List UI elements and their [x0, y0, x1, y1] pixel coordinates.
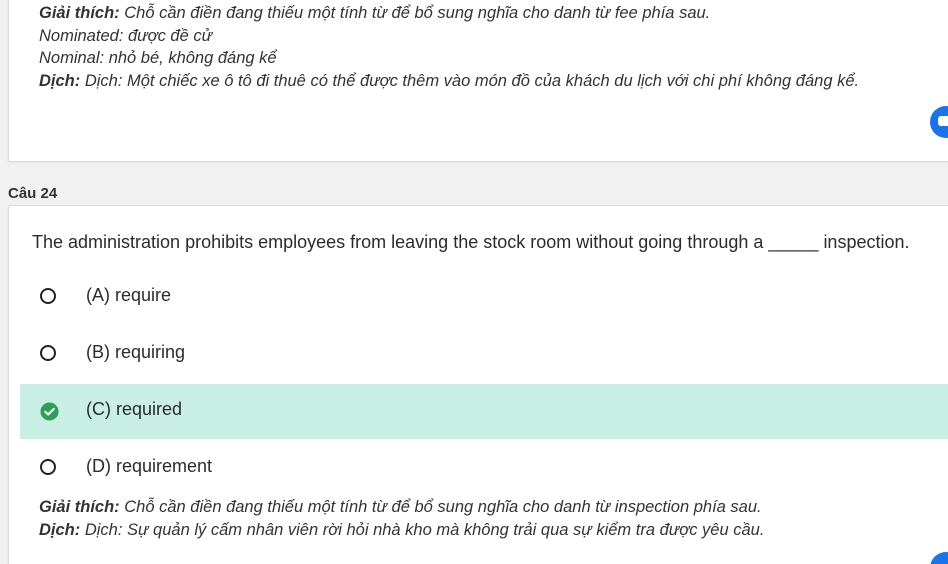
question-text: The administration prohibits employees f… — [32, 232, 910, 252]
radio-empty-icon[interactable] — [40, 288, 56, 304]
option-c[interactable]: (C) required — [20, 384, 948, 439]
previous-note-2: Nominal: nhỏ bé, không đáng kể — [39, 49, 277, 67]
option-label: (C) required — [86, 399, 183, 419]
option-d[interactable]: (D) requirement — [20, 441, 948, 496]
option-label: (B) requiring — [86, 342, 186, 362]
quiz-page: Giải thích: Chỗ cần điền đang thiếu một … — [0, 0, 948, 564]
radio-empty-icon[interactable] — [40, 345, 56, 361]
answer-translation: Dịch: Dịch: Sự quản lý cấm nhân viên rời… — [39, 519, 764, 542]
translation-label: Dịch: — [39, 520, 81, 539]
translation-text: Dịch: Một chiếc xe ô tô đi thuê có thể đ… — [80, 71, 860, 90]
previous-explanation: Giải thích: Chỗ cần điền đang thiếu một … — [39, 2, 859, 25]
explanation-text: Chỗ cần điền đang thiếu một tính từ để b… — [119, 498, 762, 516]
explanation-label: Giải thích: — [39, 4, 120, 22]
option-a[interactable]: (A) require — [20, 270, 948, 325]
answer-explanation: Giải thích: Chỗ cần điền đang thiếu một … — [39, 496, 764, 519]
previous-translation: Dịch: Dịch: Một chiếc xe ô tô đi thuê có… — [39, 70, 859, 93]
previous-explanation-block: Giải thích: Chỗ cần điền đang thiếu một … — [39, 2, 859, 92]
option-label: (A) require — [86, 285, 172, 305]
explanation-text: Chỗ cần điền đang thiếu một tính từ để b… — [119, 4, 711, 22]
explanation-label: Giải thích: — [39, 498, 120, 516]
option-label: (D) requirement — [86, 456, 213, 476]
check-circle-icon[interactable] — [40, 402, 59, 421]
answer-explanation-block: Giải thích: Chỗ cần điền đang thiếu một … — [39, 496, 764, 541]
option-b[interactable]: (B) requiring — [20, 327, 948, 382]
translation-text: Dịch: Sự quản lý cấm nhân viên rời hỏi n… — [80, 520, 765, 539]
question-number: Câu 24 — [8, 185, 58, 202]
translation-label: Dịch: — [39, 71, 81, 90]
radio-empty-icon[interactable] — [40, 459, 56, 475]
previous-note-1: Nominated: được đề cử — [39, 26, 213, 45]
